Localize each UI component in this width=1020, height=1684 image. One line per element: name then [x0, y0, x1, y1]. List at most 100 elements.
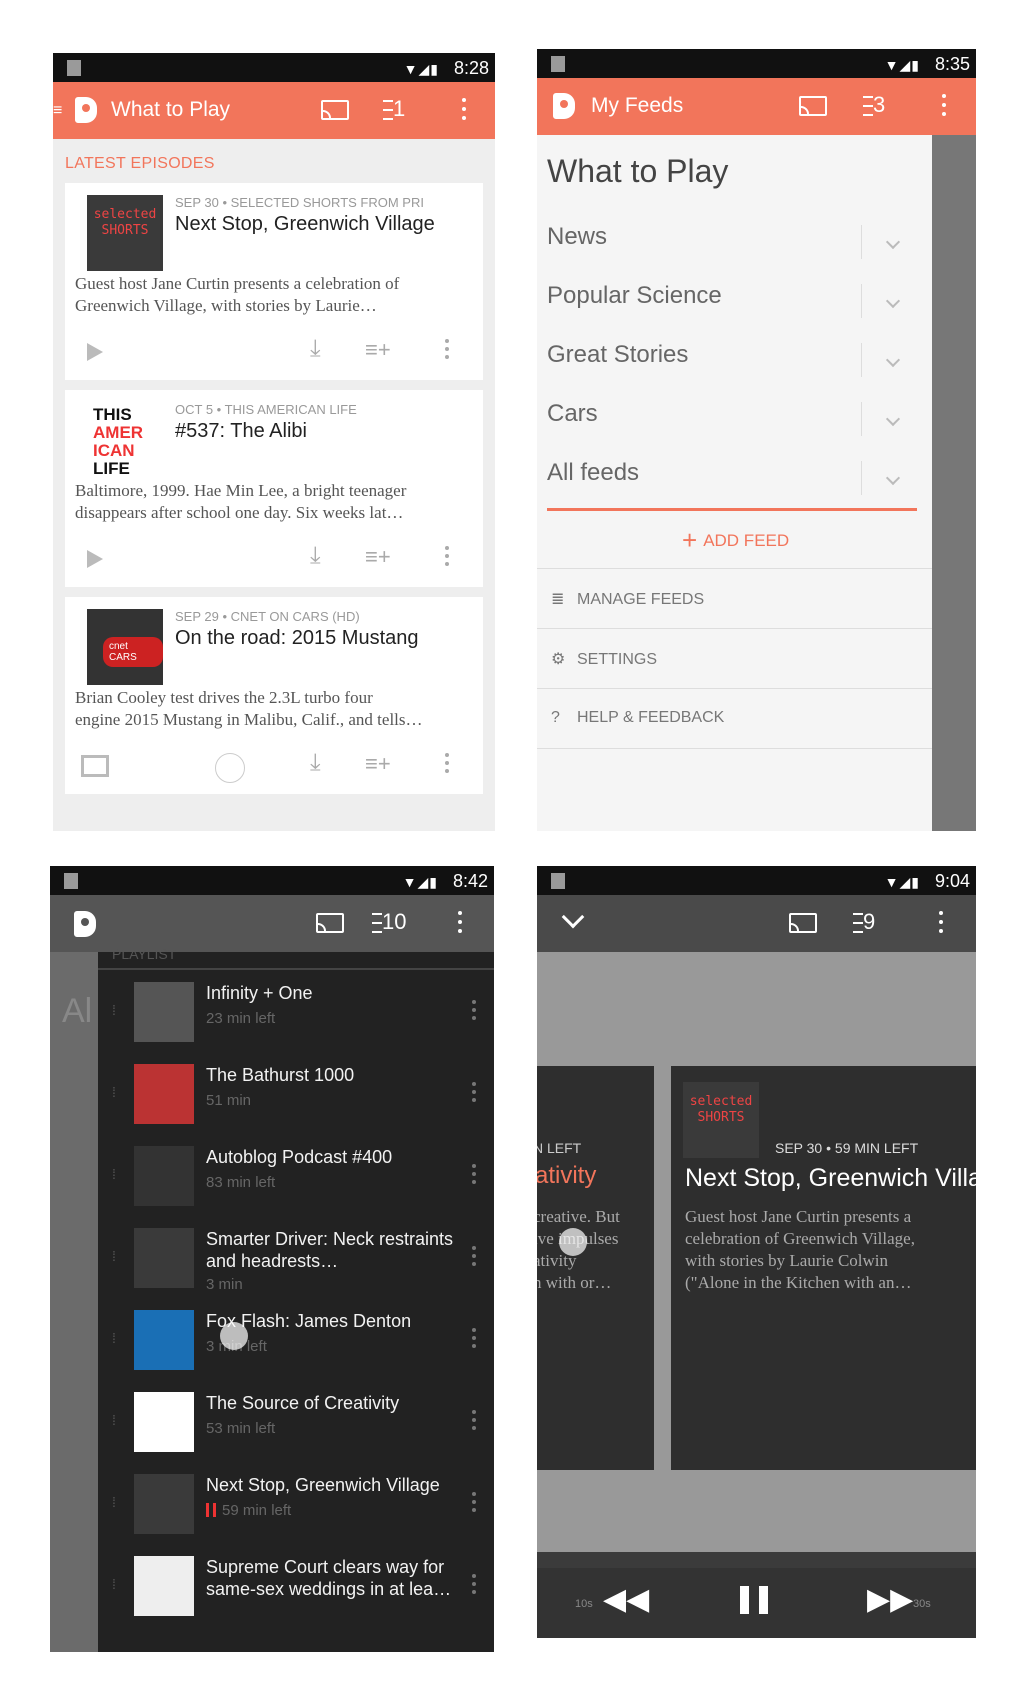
playlist-item-duration: 59 min left	[206, 1502, 291, 1519]
chevron-down-icon[interactable]	[885, 234, 901, 250]
overflow-menu-icon[interactable]	[942, 94, 946, 118]
more-icon[interactable]	[445, 546, 449, 570]
episode-card[interactable]: SEP 29 • CNET ON CARS (HD) On the road: …	[65, 597, 483, 794]
playlist-item[interactable]: ⁞ Smarter Driver: Neck restraints and he…	[98, 1218, 494, 1300]
rewind-icon[interactable]: ◀◀	[603, 1582, 649, 1617]
plus-icon: +	[682, 525, 698, 555]
add-feed-button[interactable]: + ADD FEED	[682, 525, 789, 556]
chevron-down-icon[interactable]	[885, 293, 901, 309]
playlist-item[interactable]: ⁞ Infinity + One 23 min left	[98, 972, 494, 1054]
cast-icon[interactable]	[316, 913, 344, 933]
episode-description: Baltimore, 1999. Hae Min Lee, a bright t…	[75, 481, 407, 522]
feed-item-all-feeds[interactable]: All feeds	[547, 459, 902, 514]
queue-button[interactable]: 1	[383, 96, 405, 122]
collapse-chevron-icon[interactable]	[561, 905, 585, 929]
feed-item-great-stories[interactable]: Great Stories	[547, 341, 902, 396]
episode-meta: N LEFT	[537, 1140, 582, 1156]
playlist-item-duration: 23 min left	[206, 1010, 276, 1027]
fast-forward-icon[interactable]: ▶▶	[867, 1582, 913, 1617]
episode-card[interactable]: selected SHORTS SEP 30 • SELECTED SHORTS…	[65, 183, 483, 380]
overflow-menu-icon[interactable]	[458, 911, 462, 935]
cast-icon[interactable]	[799, 96, 827, 116]
drawer-title[interactable]: What to Play	[547, 153, 728, 190]
drag-handle-icon[interactable]: ⁞	[112, 1412, 116, 1428]
episode-meta: SEP 30 • 59 MIN LEFT	[775, 1140, 919, 1156]
playlist-item-duration: 3 min	[206, 1276, 243, 1293]
more-icon[interactable]	[472, 1328, 476, 1352]
chevron-down-icon[interactable]	[885, 411, 901, 427]
more-icon[interactable]	[472, 1246, 476, 1270]
queue-button[interactable]: 3	[863, 92, 885, 118]
feed-item-popular-science[interactable]: Popular Science	[547, 282, 902, 337]
more-icon[interactable]	[472, 1082, 476, 1106]
play-icon[interactable]	[87, 343, 103, 361]
app-title: What to Play	[111, 98, 231, 121]
play-icon[interactable]	[87, 550, 103, 568]
more-icon[interactable]	[472, 1164, 476, 1188]
forward-label: 30s	[913, 1598, 931, 1610]
download-icon[interactable]: ⤓	[310, 749, 321, 777]
drag-handle-icon[interactable]: ⁞	[112, 1576, 116, 1592]
podcast-artwork	[87, 609, 163, 685]
playlist-item[interactable]: ⁞ The Source of Creativity 53 min left	[98, 1382, 494, 1464]
playlist-item[interactable]: ⁞ Next Stop, Greenwich Village 59 min le…	[98, 1464, 494, 1546]
playlist-item[interactable]: ⁞ The Bathurst 1000 51 min	[98, 1054, 494, 1136]
notification-icon	[551, 873, 565, 889]
drag-handle-icon[interactable]: ⁞	[112, 1084, 116, 1100]
overflow-menu-icon[interactable]	[939, 911, 943, 935]
episode-title: #537: The Alibi	[175, 420, 307, 442]
more-icon[interactable]	[472, 1492, 476, 1516]
more-icon[interactable]	[445, 753, 449, 777]
now-playing-card[interactable]: selected SHORTS SEP 30 • 59 MIN LEFT Nex…	[671, 1066, 976, 1470]
playlist-item-title: The Bathurst 1000	[206, 1065, 355, 1085]
drag-handle-icon[interactable]: ⁞	[112, 1248, 116, 1264]
feed-item-news[interactable]: News	[547, 223, 902, 278]
queue-icon	[372, 913, 382, 934]
chevron-down-icon[interactable]	[885, 470, 901, 486]
queue-button[interactable]: 9	[853, 909, 875, 935]
add-to-queue-icon[interactable]: ≡+	[365, 751, 391, 777]
more-icon[interactable]	[472, 1574, 476, 1598]
screen-my-feeds: ▼◢▮ 8:35 My Feeds 3 What to Play News Po…	[537, 49, 976, 831]
download-icon[interactable]: ⤓	[310, 335, 321, 363]
previous-episode-card[interactable]: N LEFT ativity creative. Butive impulses…	[537, 1066, 654, 1470]
rewind-label: 10s	[575, 1598, 593, 1610]
queue-icon	[863, 96, 873, 117]
add-to-queue-icon[interactable]: ≡+	[365, 544, 391, 570]
queue-icon	[383, 100, 393, 121]
queue-count: 3	[873, 92, 886, 117]
download-icon[interactable]: ⤓	[310, 542, 321, 570]
cast-icon[interactable]	[789, 913, 817, 933]
cast-icon[interactable]	[321, 100, 349, 120]
feed-item-cars[interactable]: Cars	[547, 400, 902, 455]
episode-card[interactable]: THIS AMER ICAN LIFE OCT 5 • THIS AMERICAN L…	[65, 390, 483, 587]
hamburger-icon[interactable]: ≡	[53, 102, 62, 120]
settings-item[interactable]: ⚙ SETTINGS	[551, 649, 657, 669]
drag-handle-icon[interactable]: ⁞	[112, 1494, 116, 1510]
manage-feeds-item[interactable]: ≣ MANAGE FEEDS	[551, 589, 704, 609]
episode-meta: SEP 30 • SELECTED SHORTS FROM PRI	[175, 195, 424, 210]
drag-handle-icon[interactable]: ⁞	[112, 1330, 116, 1346]
help-feedback-item[interactable]: ? HELP & FEEDBACK	[551, 709, 724, 727]
selected-underline	[547, 508, 917, 511]
pause-button[interactable]	[740, 1586, 768, 1614]
playlist-item-duration: 53 min left	[206, 1420, 276, 1437]
drawer-scrim[interactable]	[932, 135, 976, 831]
add-to-queue-icon[interactable]: ≡+	[365, 337, 391, 363]
queue-button[interactable]: 10	[372, 909, 406, 935]
drag-handle-icon[interactable]: ⁞	[112, 1166, 116, 1182]
podcast-thumbnail	[134, 982, 194, 1042]
video-icon[interactable]	[81, 755, 109, 777]
episode-description: Guest host Jane Curtin presents a celebra…	[685, 1207, 915, 1292]
playlist-item[interactable]: ⁞ Supreme Court clears way for same-sex …	[98, 1546, 494, 1628]
queue-count: 9	[863, 909, 876, 934]
overflow-menu-icon[interactable]	[462, 98, 466, 122]
drag-handle-icon[interactable]: ⁞	[112, 1002, 116, 1018]
more-icon[interactable]	[472, 1000, 476, 1024]
chevron-down-icon[interactable]	[885, 352, 901, 368]
more-icon[interactable]	[445, 339, 449, 363]
more-icon[interactable]	[472, 1410, 476, 1434]
playlist-item[interactable]: ⁞ Fox Flash: James Denton 3 min left	[98, 1300, 494, 1382]
playlist-item[interactable]: ⁞ Autoblog Podcast #400 83 min left	[98, 1136, 494, 1218]
status-bar: ▼◢▮ 8:35	[537, 49, 976, 78]
